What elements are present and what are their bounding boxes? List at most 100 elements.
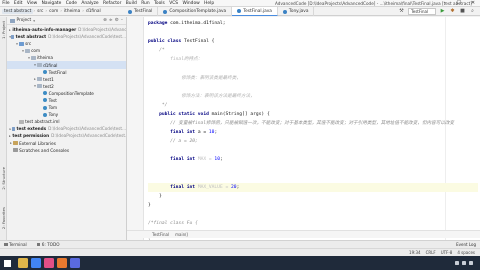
code-line[interactable]: final int MAX_VALUE = 20; — [148, 182, 478, 192]
code-editor[interactable]: package com.itheima.d1final; public class… — [127, 17, 480, 244]
debug-icon[interactable]: ✱ — [449, 8, 456, 15]
code-line[interactable]: package com.itheima.d1final; — [148, 19, 478, 28]
line-separator[interactable]: CRLF — [426, 250, 436, 255]
browser-icon[interactable] — [31, 258, 41, 268]
editor-tab[interactable]: Tony.java — [278, 7, 315, 16]
run-icon[interactable]: ▶ — [439, 8, 446, 15]
menu-item-build[interactable]: Build — [124, 1, 139, 6]
breadcrumb-item[interactable]: test abstract — [2, 8, 34, 14]
ime-icon[interactable] — [469, 261, 473, 265]
app-icon[interactable] — [70, 258, 80, 268]
file-encoding[interactable]: UTF-8 — [441, 250, 453, 255]
code-line[interactable]: // a = 20; — [148, 137, 478, 146]
file-explorer-icon[interactable] — [18, 258, 28, 268]
menu-item-tools[interactable]: Tools — [152, 1, 167, 6]
menu-item-help[interactable]: Help — [202, 1, 216, 6]
chevron-down-icon[interactable]: ▾ — [33, 19, 35, 23]
tree-item[interactable]: Tom — [7, 104, 126, 111]
tree-item[interactable]: ▸ External Libraries — [7, 140, 126, 147]
menu-item-navigate[interactable]: Navigate — [39, 1, 63, 6]
project-panel-title[interactable]: Project — [17, 18, 32, 23]
menu-item-analyze[interactable]: Analyze — [79, 1, 101, 6]
editor-tab[interactable]: CompositionTemplate.java — [158, 7, 233, 16]
menu-item-view[interactable]: View — [25, 1, 40, 6]
tree-item[interactable]: ▸ itheima-auto-info-manager D:\IdeaProject… — [7, 26, 126, 33]
search-icon[interactable]: ⌕ — [469, 8, 476, 15]
hide-icon[interactable]: – — [121, 18, 123, 23]
media-icon[interactable] — [57, 258, 67, 268]
locate-icon[interactable]: ⊕ — [103, 18, 107, 23]
code-line[interactable]: final int a = 10; — [148, 128, 478, 137]
close-icon[interactable]: ✕ — [466, 0, 480, 7]
code-line[interactable]: public static void main(String[] args) { — [148, 110, 478, 119]
code-line[interactable] — [148, 174, 478, 183]
menu-item-run[interactable]: Run — [139, 1, 152, 6]
stop-icon[interactable]: ■ — [459, 8, 466, 15]
code-line[interactable] — [148, 165, 478, 174]
indent-setting[interactable]: 4 spaces — [457, 250, 475, 255]
editor-tab[interactable]: TestFinal — [123, 7, 159, 16]
tree-item[interactable]: test abstract.iml — [7, 118, 126, 125]
tree-item[interactable]: Tony — [7, 111, 126, 118]
code-line[interactable] — [148, 210, 478, 219]
code-area[interactable]: package com.itheima.d1final; public class… — [148, 19, 478, 246]
editor-crumb-class[interactable]: TestFinal — [152, 232, 169, 237]
code-line[interactable]: /* — [148, 46, 478, 55]
start-button[interactable] — [0, 256, 14, 270]
tree-item[interactable]: ▸ test extends D:\IdeaProjects\AdvancedCod… — [7, 125, 127, 132]
code-line[interactable] — [148, 146, 478, 155]
menu-item-edit[interactable]: Edit — [12, 1, 25, 6]
code-line[interactable]: 修饰类：表明该类是最终类， — [148, 74, 478, 83]
minimize-icon[interactable]: – — [438, 0, 452, 7]
terminal-tool-button[interactable]: Terminal — [4, 242, 27, 247]
editor-crumb-method[interactable]: main() — [175, 232, 188, 237]
code-line[interactable]: } — [148, 201, 478, 210]
code-line[interactable] — [148, 64, 478, 73]
menu-item-window[interactable]: Window — [180, 1, 202, 6]
breadcrumb-item[interactable]: com — [47, 9, 60, 14]
project-tool-button[interactable]: 1: Project — [1, 21, 6, 39]
breadcrumb-item[interactable]: itheima — [62, 9, 82, 14]
menu-item-refactor[interactable]: Refactor — [101, 1, 124, 6]
run-config-select[interactable]: TestFinal — [408, 8, 436, 15]
tree-item[interactable]: ▾ com — [7, 47, 126, 54]
code-line[interactable]: public class TestFinal { — [148, 37, 478, 46]
chevron-right-icon[interactable]: ▸ — [9, 28, 11, 32]
intellij-icon[interactable] — [44, 258, 54, 268]
tree-item[interactable]: ▾ itheima — [7, 54, 126, 61]
tree-item[interactable]: TestFinal — [7, 69, 126, 76]
todo-tool-button[interactable]: 6: TODO — [36, 242, 59, 247]
caret-position[interactable]: 19:34 — [409, 250, 421, 255]
collapse-icon[interactable]: ≑ — [109, 18, 113, 23]
breadcrumb-item[interactable]: src — [35, 9, 45, 14]
code-line[interactable]: /*final class Fu { — [148, 219, 478, 228]
tree-item[interactable]: ▾ test abstract D:\IdeaProjects\AdvancedCo… — [7, 33, 126, 40]
menu-item-code[interactable]: Code — [64, 1, 80, 6]
tree-item[interactable]: Test — [7, 97, 126, 104]
tree-item[interactable]: Scratches and Consoles — [7, 147, 126, 154]
code-line[interactable]: final int MAX = 10; — [148, 155, 478, 164]
breadcrumb-item[interactable]: d1final — [84, 9, 103, 14]
tree-item[interactable]: ▸ test permission D:\IdeaProjects\Advanced… — [7, 132, 126, 139]
build-icon[interactable]: ⚒ — [398, 8, 405, 15]
volume-icon[interactable] — [462, 261, 466, 265]
maximize-icon[interactable]: ☐ — [452, 0, 466, 7]
code-line[interactable]: } — [148, 192, 478, 201]
tree-item[interactable]: ▾ src — [7, 40, 126, 47]
network-icon[interactable] — [455, 261, 459, 265]
menu-item-vcs[interactable]: VCS — [167, 1, 180, 6]
tree-item[interactable]: ▾ test2 — [7, 83, 126, 90]
code-line[interactable]: final的特点： — [148, 55, 478, 64]
structure-tool-button[interactable]: 2: Structure — [1, 167, 6, 190]
event-log-button[interactable]: Event Log — [456, 242, 480, 247]
tree-item[interactable]: ▾ d1final — [7, 61, 126, 69]
code-line[interactable]: // 变量被final修饰后，只能被赋值一次，不能改变；对于基本类型，其值不能改… — [148, 119, 478, 128]
menu-item-file[interactable]: File — [0, 1, 12, 6]
code-line[interactable] — [148, 83, 478, 92]
favorites-tool-button[interactable]: 2: Favorites — [1, 207, 6, 229]
settings-icon[interactable]: ⚙ — [115, 18, 119, 23]
code-line[interactable]: 修饰方法：表明该方法是最终方法， — [148, 92, 478, 101]
tree-item[interactable]: CompositionTemplate — [7, 90, 126, 97]
code-line[interactable] — [148, 28, 478, 37]
chevron-right-icon[interactable]: ▸ — [9, 134, 11, 138]
